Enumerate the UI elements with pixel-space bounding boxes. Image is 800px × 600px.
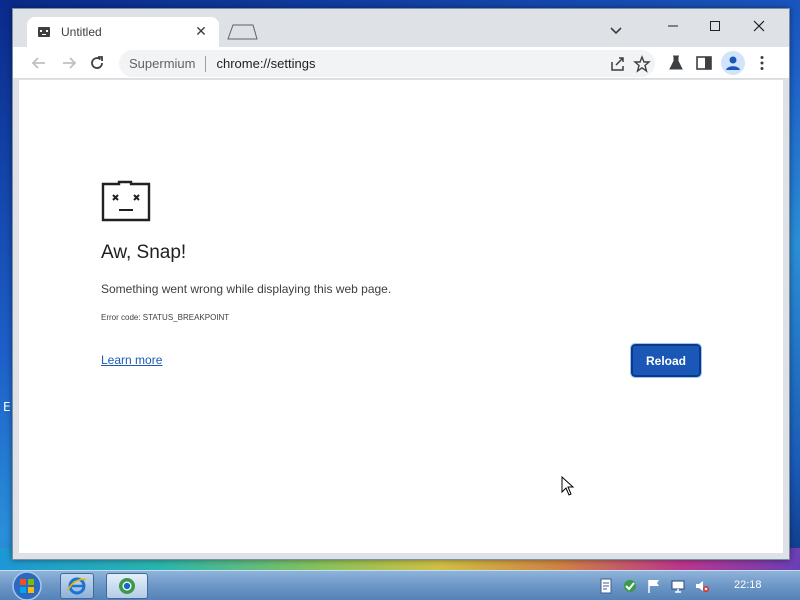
profile-avatar-button[interactable]	[721, 51, 745, 75]
reload-button[interactable]: Reload	[630, 343, 702, 378]
sad-tab-favicon-icon	[38, 27, 50, 37]
taskbar-internet-explorer[interactable]	[60, 573, 94, 599]
taskbar-clock[interactable]: 22:18	[734, 579, 762, 591]
close-window-button[interactable]	[739, 13, 779, 39]
maximize-button[interactable]	[695, 13, 735, 39]
minimize-button[interactable]	[653, 13, 693, 39]
profile-person-icon	[726, 56, 740, 70]
document-tray-icon[interactable]	[598, 578, 614, 594]
browser-toolbar: Supermium chrome://settings	[13, 47, 789, 79]
tab-search-chevron-icon[interactable]	[607, 21, 625, 39]
close-icon	[753, 20, 765, 32]
omnibox-url: chrome://settings	[216, 56, 316, 71]
lab-flask-icon[interactable]	[667, 54, 685, 72]
desktop-icon-label-fragment: E	[3, 400, 11, 414]
back-arrow-icon	[31, 57, 45, 69]
supermium-browser-icon	[119, 578, 135, 594]
error-message: Something went wrong while displaying th…	[101, 282, 392, 296]
omnibox-site-name: Supermium	[129, 56, 196, 71]
side-panel-icon[interactable]	[695, 54, 713, 72]
error-title: Aw, Snap!	[101, 242, 187, 263]
taskbar-supermium[interactable]	[106, 573, 148, 599]
forward-arrow-icon	[63, 57, 77, 69]
browser-window: Untitled ✕ Supermium chrome://settings A…	[12, 8, 790, 560]
action-center-flag-icon[interactable]	[646, 578, 662, 594]
internet-explorer-icon	[67, 577, 87, 595]
windows-taskbar: 22:18	[0, 570, 800, 600]
security-check-tray-icon[interactable]	[622, 578, 638, 594]
menu-kebab-icon[interactable]	[753, 54, 771, 72]
tab-strip: Untitled ✕	[13, 9, 789, 47]
back-button[interactable]	[29, 53, 49, 73]
tab-untitled[interactable]: Untitled ✕	[27, 17, 219, 47]
mouse-pointer-icon	[561, 476, 575, 496]
network-tray-icon[interactable]	[670, 578, 686, 594]
minimize-icon	[668, 25, 678, 27]
new-tab-button[interactable]	[225, 23, 259, 41]
tab-title: Untitled	[61, 25, 102, 39]
learn-more-link[interactable]: Learn more	[101, 353, 162, 367]
volume-muted-icon[interactable]	[694, 578, 710, 594]
reload-toolbar-button[interactable]	[87, 53, 107, 73]
forward-button[interactable]	[59, 53, 79, 73]
page-content: Aw, Snap! Something went wrong while dis…	[19, 80, 783, 553]
maximize-icon	[710, 21, 720, 31]
tab-close-icon[interactable]: ✕	[193, 24, 209, 40]
bookmark-star-icon[interactable]	[633, 55, 651, 73]
sad-tab-icon	[101, 180, 151, 222]
address-bar[interactable]: Supermium chrome://settings	[119, 50, 655, 77]
error-code: Error code: STATUS_BREAKPOINT	[101, 313, 230, 322]
start-button[interactable]	[8, 571, 46, 600]
refresh-icon	[91, 56, 103, 69]
share-icon[interactable]	[609, 55, 627, 73]
omnibox-divider	[205, 55, 207, 72]
